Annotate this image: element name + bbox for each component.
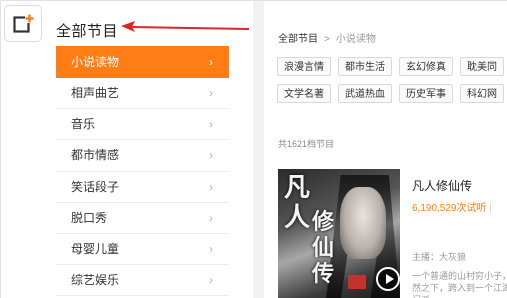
category-label: 都市情感 [71, 148, 120, 163]
tag-row: 文学名著 武道热血 历史军事 科幻网 [277, 84, 507, 103]
category-item-variety[interactable]: 综艺娱乐 › [56, 265, 229, 297]
category-item-kids[interactable]: 母婴儿童 › [56, 233, 229, 266]
tag-romance[interactable]: 浪漫言情 [277, 57, 331, 76]
chevron-right-icon: › [209, 210, 213, 225]
category-label: 母婴儿童 [71, 241, 120, 256]
plus-square-icon[interactable] [4, 5, 42, 42]
program-host: 主播：大灰狼 [412, 252, 467, 262]
tag-danmei[interactable]: 耽美同 [460, 57, 504, 76]
program-plays: 6,190,529次试听 | [412, 199, 492, 214]
category-item-jokes[interactable]: 笑话段子 › [56, 171, 229, 203]
tag-fantasy[interactable]: 玄幻修真 [399, 57, 453, 76]
content-panel: 全部节目 > 小说读物 浪漫言情 都市生活 玄幻修真 耽美同 文学名著 武道热血 历… [264, 1, 507, 298]
breadcrumb-separator: > [324, 34, 330, 45]
subcategory-tags: 浪漫言情 都市生活 玄幻修真 耽美同 文学名著 武道热血 历史军事 科幻网 [277, 57, 507, 111]
category-item-crosstalk[interactable]: 相声曲艺 › [56, 78, 229, 110]
category-item-talkshow[interactable]: 脱口秀 › [56, 202, 229, 234]
category-label: 脱口秀 [71, 210, 108, 225]
category-label: 小说读物 [71, 55, 120, 69]
category-label: 综艺娱乐 [71, 273, 120, 288]
cover-face [340, 187, 386, 259]
breadcrumb: 全部节目 > 小说读物 [278, 30, 376, 45]
program-count: 共1621档节目 [278, 139, 335, 149]
category-label: 笑话段子 [71, 179, 120, 194]
chevron-right-icon: › [209, 241, 213, 256]
play-icon[interactable] [376, 267, 400, 291]
chevron-right-icon: › [209, 148, 213, 163]
program-title[interactable]: 凡人修仙传 [412, 177, 472, 194]
red-arrow-icon [121, 21, 250, 32]
chevron-right-icon: › [209, 55, 213, 69]
chevron-right-icon: › [209, 179, 213, 194]
cover-title: 凡人 [284, 173, 313, 233]
program-cover[interactable]: 凡人 修仙传 [278, 169, 400, 298]
cover-subtitle: 修仙传 [312, 209, 335, 287]
category-panel: 全部节目 小说读物 › 相声曲艺 › 音乐 › 都市情感 › 笑话段子 › 脱口… [1, 1, 253, 298]
tag-history[interactable]: 历史军事 [399, 84, 453, 103]
breadcrumb-current: 小说读物 [335, 34, 376, 45]
program-card[interactable]: 凡人 修仙传 凡人修仙传 6,190,529次试听 | 主播：大灰狼 一个普通的… [278, 169, 507, 298]
panel-divider [253, 1, 264, 298]
category-item-urban-emotion[interactable]: 都市情感 › [56, 140, 229, 172]
tag-row: 浪漫言情 都市生活 玄幻修真 耽美同 [277, 57, 507, 76]
cover-seal [348, 275, 366, 289]
program-description: 一个普通的山村穷小子，偶然之下，跨入到一个江湖小门派 [412, 271, 507, 298]
category-item-novel[interactable]: 小说读物 › [56, 46, 229, 78]
category-list: 小说读物 › 相声曲艺 › 音乐 › 都市情感 › 笑话段子 › 脱口秀 › 母… [56, 46, 229, 297]
tag-scifi[interactable]: 科幻网 [460, 84, 504, 103]
category-label: 音乐 [71, 117, 96, 132]
tag-literature[interactable]: 文学名著 [277, 84, 331, 103]
chevron-right-icon: › [209, 86, 213, 100]
chevron-right-icon: › [209, 273, 213, 288]
tag-urban-life[interactable]: 都市生活 [338, 57, 392, 76]
play-count: 6,190,529次试听 [412, 203, 487, 214]
chevron-right-icon: › [209, 117, 213, 132]
breadcrumb-root[interactable]: 全部节目 [278, 34, 318, 45]
tag-martial[interactable]: 武道热血 [338, 84, 392, 103]
category-label: 相声曲艺 [71, 86, 120, 100]
window: 全部节目 小说读物 › 相声曲艺 › 音乐 › 都市情感 › 笑话段子 › 脱口… [0, 0, 507, 298]
play-count-divider: | [489, 203, 492, 214]
category-item-music[interactable]: 音乐 › [56, 109, 229, 141]
page-title: 全部节目 [56, 23, 119, 40]
